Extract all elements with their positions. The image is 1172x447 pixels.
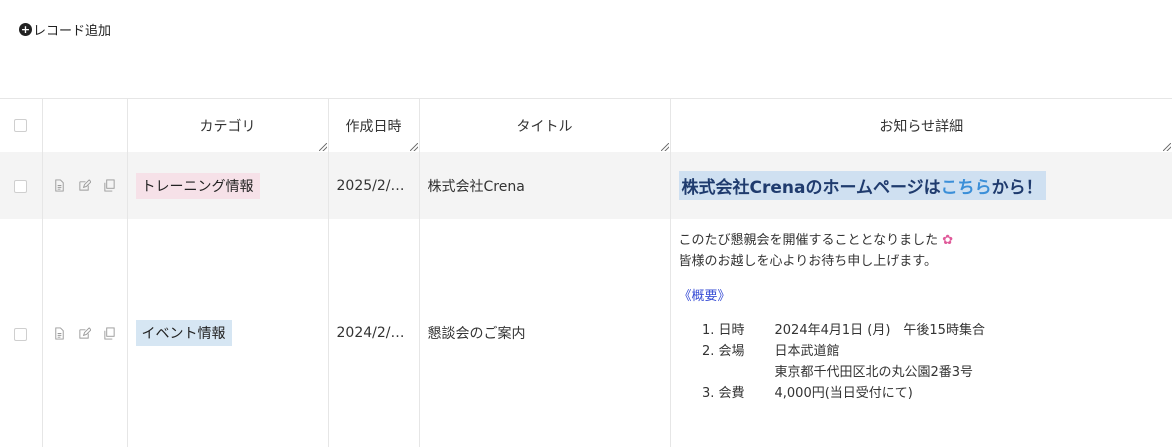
- item-label: 会場: [719, 341, 775, 362]
- item-label: 会費: [719, 383, 775, 404]
- created-cell: 2024/2/…: [328, 219, 419, 447]
- table-header-row: カテゴリ 作成日時 タイトル お知らせ詳細: [0, 99, 1172, 153]
- title-cell: 懇談会のご案内: [419, 219, 670, 447]
- row-select-cell: [0, 152, 42, 219]
- homepage-link[interactable]: こちら: [941, 178, 992, 198]
- headline-text: 株式会社Crenaのホームページは: [682, 178, 941, 198]
- add-record-button[interactable]: + レコード追加: [19, 20, 111, 39]
- view-document-icon[interactable]: [53, 179, 66, 192]
- detail-line: このたび懇親会を開催することとなりました: [679, 233, 939, 248]
- list-item: 日時2024年4月1日 (月) 午後15時集合: [719, 320, 1172, 341]
- overview-list: 日時2024年4月1日 (月) 午後15時集合 会場日本武道館東京都千代田区北の…: [679, 320, 1172, 404]
- list-item: 会費4,000円(当日受付にて): [719, 383, 1172, 404]
- table-row[interactable]: トレーニング情報 2025/2/… 株式会社Crena 株式会社Crenaのホー…: [0, 152, 1172, 219]
- item-value: 日本武道館: [775, 344, 840, 359]
- resize-handle-icon[interactable]: [661, 143, 669, 151]
- records-table: カテゴリ 作成日時 タイトル お知らせ詳細 トレーニング情報 2025/2/… …: [0, 98, 1172, 447]
- detail-cell: 株式会社Crenaのホームページはこちらから！: [670, 152, 1172, 219]
- select-all-cell: [0, 99, 42, 153]
- created-value: 2025/2/…: [329, 178, 419, 194]
- copy-icon[interactable]: [103, 179, 116, 192]
- section-heading: 《概要》: [679, 286, 1172, 307]
- row-checkbox[interactable]: [14, 328, 27, 341]
- actions-header: [42, 99, 127, 153]
- flower-icon: ✿: [942, 233, 953, 248]
- item-label: 日時: [719, 320, 775, 341]
- table-row[interactable]: イベント情報 2024/2/… 懇談会のご案内 このたび懇親会を開催することとな…: [0, 219, 1172, 447]
- detail-cell: このたび懇親会を開催することとなりました ✿ 皆様のお越しを心よりお待ち申し上げ…: [670, 219, 1172, 447]
- edit-icon[interactable]: [78, 179, 91, 192]
- column-header-category[interactable]: カテゴリ: [127, 99, 328, 153]
- resize-handle-icon[interactable]: [410, 143, 418, 151]
- column-header-label: カテゴリ: [200, 119, 256, 135]
- resize-handle-icon[interactable]: [319, 143, 327, 151]
- row-checkbox[interactable]: [14, 180, 27, 193]
- headline-text: から！: [992, 178, 1043, 198]
- category-badge: イベント情報: [136, 320, 232, 346]
- title-value: 株式会社Crena: [420, 176, 670, 196]
- title-value: 懇談会のご案内: [420, 323, 670, 343]
- created-cell: 2025/2/…: [328, 152, 419, 219]
- detail-line: 皆様のお越しを心よりお待ち申し上げます。: [679, 251, 1172, 272]
- created-value: 2024/2/…: [329, 325, 419, 341]
- row-actions-cell: [42, 219, 127, 447]
- column-header-title[interactable]: タイトル: [419, 99, 670, 153]
- plus-circle-icon: +: [19, 23, 32, 36]
- copy-icon[interactable]: [103, 327, 116, 340]
- edit-icon[interactable]: [78, 327, 91, 340]
- title-cell: 株式会社Crena: [419, 152, 670, 219]
- column-header-label: お知らせ詳細: [879, 119, 963, 135]
- category-cell: トレーニング情報: [127, 152, 328, 219]
- column-header-label: 作成日時: [346, 119, 402, 135]
- item-value: 4,000円(当日受付にて): [775, 386, 913, 401]
- view-document-icon[interactable]: [53, 327, 66, 340]
- column-header-detail[interactable]: お知らせ詳細: [670, 99, 1172, 153]
- column-header-created[interactable]: 作成日時: [328, 99, 419, 153]
- item-value: 東京都千代田区北の丸公園2番3号: [719, 362, 1172, 383]
- row-select-cell: [0, 219, 42, 447]
- column-header-label: タイトル: [517, 119, 573, 135]
- detail-paragraph: このたび懇親会を開催することとなりました ✿: [679, 230, 1172, 251]
- item-value: 2024年4月1日 (月) 午後15時集合: [775, 323, 985, 338]
- category-badge: トレーニング情報: [136, 173, 260, 199]
- category-cell: イベント情報: [127, 219, 328, 447]
- add-record-label: レコード追加: [33, 20, 111, 39]
- detail-headline: 株式会社Crenaのホームページはこちらから！: [679, 171, 1046, 200]
- list-item: 会場日本武道館東京都千代田区北の丸公園2番3号: [719, 341, 1172, 383]
- row-actions-cell: [42, 152, 127, 219]
- resize-handle-icon[interactable]: [1163, 143, 1171, 151]
- select-all-checkbox[interactable]: [14, 119, 27, 132]
